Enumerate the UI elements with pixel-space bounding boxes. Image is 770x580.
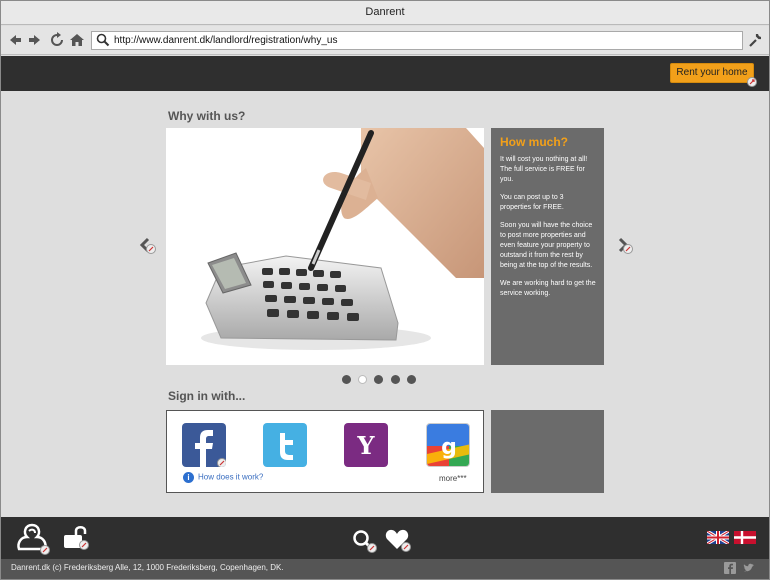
carousel-next-icon[interactable] xyxy=(616,237,634,255)
facebook-icon[interactable] xyxy=(182,423,226,467)
panel-paragraph: You can post up to 3 properties for FREE… xyxy=(500,194,564,211)
panel-paragraph: It will cost you nothing at all! The ful… xyxy=(500,156,588,183)
search-icon[interactable] xyxy=(352,528,378,554)
side-panel xyxy=(491,410,604,493)
uk-flag-icon[interactable] xyxy=(707,531,729,544)
swan-logo-icon[interactable] xyxy=(13,521,51,555)
browser-toolbar xyxy=(1,26,769,55)
copyright-bar: Danrent.dk (c) Frederiksberg Alle, 12, 1… xyxy=(1,559,769,579)
carousel-dot[interactable] xyxy=(391,375,400,384)
panel-paragraph: We are working hard to get the service w… xyxy=(500,280,596,297)
signin-box: Y g i How does it work? more*** xyxy=(166,410,484,493)
svg-text:Y: Y xyxy=(356,431,375,460)
facebook-icon[interactable] xyxy=(724,562,736,574)
browser-window: Danrent Rent your home Why with us? xyxy=(0,0,770,580)
info-icon: i xyxy=(183,472,194,483)
more-link[interactable]: more*** xyxy=(439,474,467,483)
search-icon xyxy=(96,33,110,47)
signin-heading: Sign in with... xyxy=(168,389,246,403)
window-title: Danrent xyxy=(1,1,769,25)
twitter-icon[interactable] xyxy=(263,423,307,467)
heart-icon[interactable] xyxy=(385,527,413,553)
panel-paragraph: Soon you will have the choice to post mo… xyxy=(500,222,593,269)
site-footer xyxy=(1,517,769,559)
carousel-dot[interactable] xyxy=(407,375,416,384)
carousel-dot[interactable] xyxy=(374,375,383,384)
calculator-image xyxy=(166,128,484,365)
address-bar[interactable] xyxy=(91,31,743,50)
how-link-label: How does it work? xyxy=(198,472,264,482)
rent-your-home-button[interactable]: Rent your home xyxy=(670,63,757,87)
lock-icon[interactable] xyxy=(63,525,91,551)
why-heading: Why with us? xyxy=(168,109,246,123)
how-much-panel: How much? It will cost you nothing at al… xyxy=(491,128,604,365)
carousel-dot-active[interactable] xyxy=(358,375,367,384)
site-header: Rent your home xyxy=(1,56,769,91)
yahoo-icon[interactable]: Y xyxy=(344,423,388,467)
how-does-it-work-link[interactable]: i How does it work? xyxy=(183,472,263,483)
google-icon[interactable]: g xyxy=(426,423,470,467)
twitter-icon[interactable] xyxy=(743,562,755,574)
panel-title: How much? xyxy=(500,135,568,149)
link-badge-icon xyxy=(747,77,757,87)
copyright-text: Danrent.dk (c) Frederiksberg Alle, 12, 1… xyxy=(11,563,284,572)
carousel-prev-icon[interactable] xyxy=(139,237,157,255)
url-input[interactable] xyxy=(114,33,734,48)
wrench-icon[interactable] xyxy=(747,32,763,48)
reload-icon[interactable] xyxy=(49,32,65,48)
carousel-dot[interactable] xyxy=(342,375,351,384)
back-icon[interactable] xyxy=(7,32,23,48)
svg-text:g: g xyxy=(441,435,457,460)
danish-flag-icon[interactable] xyxy=(734,531,756,544)
home-icon[interactable] xyxy=(69,32,85,48)
rent-button-label: Rent your home xyxy=(676,67,748,78)
forward-icon[interactable] xyxy=(27,32,43,48)
